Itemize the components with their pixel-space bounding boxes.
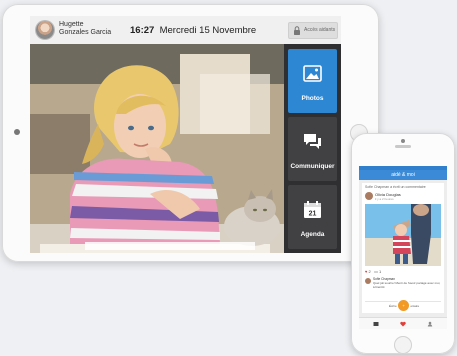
comment-text: Quel joli sourire! Merci de l'avoir part… (373, 281, 441, 289)
heart-icon[interactable] (400, 321, 406, 327)
feed-post[interactable]: Sofie Chapman a écrit un commentaire Oli… (362, 183, 444, 313)
lock-icon (294, 26, 300, 35)
sidebar-item-label: Photos (301, 95, 324, 102)
sidebar-item-photos[interactable]: Photos (288, 49, 337, 113)
post-photo[interactable] (365, 204, 441, 266)
post-time: il y a 2 heures (375, 197, 394, 201)
sidebar-item-agenda[interactable]: 21 Agenda (288, 185, 337, 249)
avatar[interactable] (365, 192, 373, 200)
user-avatar[interactable] (36, 21, 54, 39)
tablet-screen: Hugette Gonzales Garcia 16:27 Mercredi 1… (30, 16, 341, 253)
tablet-camera (14, 129, 20, 135)
post-stats: ♥ 2 ▭ 1 (365, 269, 381, 274)
phone-speaker (395, 145, 411, 148)
caregiver-access-label: Accès aidants (304, 27, 336, 33)
comment-icon[interactable]: ▭ (374, 269, 378, 274)
photo-icon (303, 65, 322, 82)
app-title: aidé & moi (359, 170, 447, 180)
add-post-button[interactable]: + (398, 300, 409, 311)
user-name: Hugette Gonzales Garcia (59, 21, 139, 37)
post-author: Olivia Douglas il y a 2 heures (365, 192, 443, 201)
girl-with-cat-photo (30, 44, 284, 253)
heart-icon[interactable]: ♥ (365, 269, 367, 274)
post-notice: Sofie Chapman a écrit un commentaire (365, 185, 426, 189)
home-icon[interactable] (373, 321, 379, 327)
calendar-icon: 21 (304, 201, 321, 218)
top-bar: Hugette Gonzales Garcia 16:27 Mercredi 1… (30, 16, 341, 45)
calendar-day: 21 (309, 211, 317, 218)
like-count: 2 (368, 269, 371, 274)
phone-camera (401, 139, 405, 143)
family-photo (365, 204, 441, 266)
phone-home-button[interactable] (394, 336, 412, 354)
chat-bubbles-icon (304, 134, 321, 149)
add-post-label: + (402, 303, 405, 308)
profile-icon[interactable] (427, 321, 433, 327)
avatar (365, 278, 371, 284)
comment-count: 1 (378, 269, 382, 274)
sidebar: Photos Communiquer 21 Agenda (284, 44, 341, 253)
sidebar-item-label: Communiquer (290, 163, 335, 170)
comment: Sofie Chapman Quel joli sourire! Merci d… (365, 277, 443, 297)
clock-date: Mercredi 15 Novembre (159, 25, 257, 36)
phone-device: aidé & moi Sofie Chapman a écrit un comm… (351, 133, 455, 354)
tablet-device: Hugette Gonzales Garcia 16:27 Mercredi 1… (2, 4, 379, 262)
sidebar-item-label: Agenda (300, 231, 325, 238)
user-last-name: Gonzales Garcia (59, 29, 112, 36)
tab-bar (359, 317, 447, 329)
clock-time: 16:27 (130, 25, 155, 36)
caregiver-access-button[interactable]: Accès aidants (288, 22, 338, 39)
featured-photo[interactable] (30, 44, 284, 253)
clock: 16:27 Mercredi 15 Novembre (130, 25, 256, 36)
sidebar-item-communiquer[interactable]: Communiquer (288, 117, 337, 181)
phone-screen: aidé & moi Sofie Chapman a écrit un comm… (359, 166, 447, 329)
user-first-name: Hugette (59, 21, 84, 28)
